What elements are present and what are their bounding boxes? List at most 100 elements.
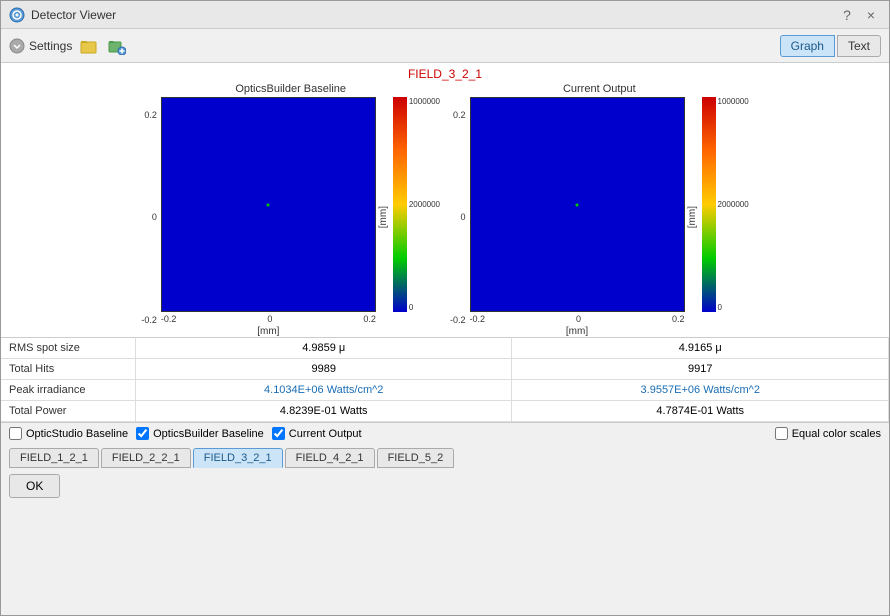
right-chart-dot	[576, 203, 579, 206]
left-colorbar: 1000000 2000000 0	[393, 97, 440, 337]
y-tick: -0.2	[141, 315, 157, 325]
optic-studio-checkbox[interactable]	[9, 427, 22, 440]
colorbar-tick: 0	[718, 303, 749, 312]
stat-label: Total Power	[1, 401, 135, 422]
tab-field-4-2-1[interactable]: FIELD_4_2_1	[285, 448, 375, 468]
x-tick: 0	[576, 314, 581, 324]
stat-value-left: 4.1034E+06 Watts/cm^2	[135, 380, 512, 401]
equal-color-checkbox[interactable]	[775, 427, 788, 440]
left-chart-title: OpticsBuilder Baseline	[235, 83, 346, 95]
toolbar: Settings Graph Text	[1, 29, 889, 63]
stat-label: Peak irradiance	[1, 380, 135, 401]
right-chart-container: Current Output 0.2 0 -0.2	[450, 83, 749, 337]
field-label: FIELD_3_2_1	[408, 67, 482, 81]
graph-button[interactable]: Graph	[780, 35, 835, 57]
left-x-ticks: -0.2 0 0.2	[161, 314, 376, 324]
help-button[interactable]: ?	[837, 5, 857, 25]
y-tick: 0.2	[141, 110, 157, 120]
colorbar-tick: 2000000	[409, 200, 440, 209]
stat-label: Total Hits	[1, 359, 135, 380]
left-chart-container: OpticsBuilder Baseline 0.2 0 -0.2	[141, 83, 440, 337]
ok-button[interactable]: OK	[9, 474, 60, 498]
table-row-peak: Peak irradiance 4.1034E+06 Watts/cm^2 3.…	[1, 380, 889, 401]
tab-field-5-2[interactable]: FIELD_5_2	[377, 448, 455, 468]
current-output-checkbox-item: Current Output	[272, 427, 362, 440]
tab-field-1-2-1[interactable]: FIELD_1_2_1	[9, 448, 99, 468]
right-colorbar-gradient	[702, 97, 716, 312]
tabs-row: FIELD_1_2_1 FIELD_2_2_1 FIELD_3_2_1 FIEL…	[1, 444, 889, 470]
title-bar: Detector Viewer ? ×	[1, 1, 889, 29]
right-y-ticks: 0.2 0 -0.2	[450, 110, 466, 325]
equal-color-label: Equal color scales	[792, 428, 881, 440]
x-tick: -0.2	[470, 314, 486, 324]
left-chart-plot	[161, 97, 376, 312]
charts-row: OpticsBuilder Baseline 0.2 0 -0.2	[9, 83, 881, 337]
table-row-hits: Total Hits 9989 9917	[1, 359, 889, 380]
optic-studio-checkbox-item: OpticStudio Baseline	[9, 427, 128, 440]
colorbar-tick: 1000000	[409, 97, 440, 106]
y-tick: 0	[450, 212, 466, 222]
text-button[interactable]: Text	[837, 35, 881, 57]
add-folder-icon	[108, 37, 126, 55]
x-tick: 0	[267, 314, 272, 324]
left-y-axis-label: [mm]	[378, 206, 389, 228]
current-output-checkbox[interactable]	[272, 427, 285, 440]
main-window: Detector Viewer ? × Settings	[0, 0, 890, 616]
x-tick: 0.2	[363, 314, 376, 324]
right-y-axis-label: [mm]	[687, 206, 698, 228]
left-x-axis-label: [mm]	[161, 326, 376, 337]
tab-field-2-2-1[interactable]: FIELD_2_2_1	[101, 448, 191, 468]
stat-value-right: 4.9165 μ	[512, 338, 889, 359]
stat-value-left: 4.8239E-01 Watts	[135, 401, 512, 422]
right-chart-with-yaxis: 0.2 0 -0.2 -0.2 0	[450, 97, 698, 337]
y-tick: 0.2	[450, 110, 466, 120]
y-tick: 0	[141, 212, 157, 222]
right-chart-area: -0.2 0 0.2 [mm]	[470, 97, 685, 337]
stat-value-left: 4.9859 μ	[135, 338, 512, 359]
left-chart-dot	[267, 203, 270, 206]
left-chart-with-colorbar: 0.2 0 -0.2 -0.2 0	[141, 97, 440, 337]
x-tick: 0.2	[672, 314, 685, 324]
window-title: Detector Viewer	[31, 8, 116, 22]
current-output-label: Current Output	[289, 428, 362, 440]
right-colorbar-ticks: 1000000 2000000 0	[718, 97, 749, 312]
right-x-ticks: -0.2 0 0.2	[470, 314, 685, 324]
y-tick: -0.2	[450, 315, 466, 325]
title-bar-left: Detector Viewer	[9, 7, 116, 23]
stat-value-right: 3.9557E+06 Watts/cm^2	[512, 380, 889, 401]
folder-icon-button[interactable]	[78, 35, 100, 57]
title-bar-controls: ? ×	[837, 5, 881, 25]
table-row-power: Total Power 4.8239E-01 Watts 4.7874E-01 …	[1, 401, 889, 422]
x-tick: -0.2	[161, 314, 177, 324]
left-colorbar-gradient	[393, 97, 407, 312]
stats-table: RMS spot size 4.9859 μ 4.9165 μ Total Hi…	[1, 337, 889, 422]
right-x-axis-label: [mm]	[470, 326, 685, 337]
right-colorbar: 1000000 2000000 0	[702, 97, 749, 337]
table-row-rms: RMS spot size 4.9859 μ 4.9165 μ	[1, 338, 889, 359]
tab-field-3-2-1[interactable]: FIELD_3_2_1	[193, 448, 283, 468]
folder-icon	[80, 37, 98, 55]
footer-row: OK	[1, 470, 889, 504]
toolbar-right: Graph Text	[780, 35, 881, 57]
settings-button[interactable]: Settings	[9, 38, 72, 54]
charts-section: FIELD_3_2_1 OpticsBuilder Baseline 0.2 0…	[1, 63, 889, 337]
settings-label: Settings	[29, 39, 72, 53]
app-icon	[9, 7, 25, 23]
bottom-bar: OpticStudio Baseline OpticsBuilder Basel…	[1, 422, 889, 444]
stat-value-right: 9917	[512, 359, 889, 380]
stat-value-right: 4.7874E-01 Watts	[512, 401, 889, 422]
chevron-down-icon	[9, 38, 25, 54]
optics-builder-label: OpticsBuilder Baseline	[153, 428, 264, 440]
left-y-ticks: 0.2 0 -0.2	[141, 110, 157, 325]
stat-label: RMS spot size	[1, 338, 135, 359]
colorbar-tick: 2000000	[718, 200, 749, 209]
optics-builder-checkbox[interactable]	[136, 427, 149, 440]
close-button[interactable]: ×	[861, 5, 881, 25]
right-chart-title: Current Output	[563, 83, 636, 95]
left-chart-with-yaxis: 0.2 0 -0.2 -0.2 0	[141, 97, 389, 337]
add-icon-button[interactable]	[106, 35, 128, 57]
equal-color-item: Equal color scales	[775, 427, 881, 440]
colorbar-tick: 0	[409, 303, 440, 312]
optic-studio-label: OpticStudio Baseline	[26, 428, 128, 440]
toolbar-left: Settings	[9, 35, 128, 57]
